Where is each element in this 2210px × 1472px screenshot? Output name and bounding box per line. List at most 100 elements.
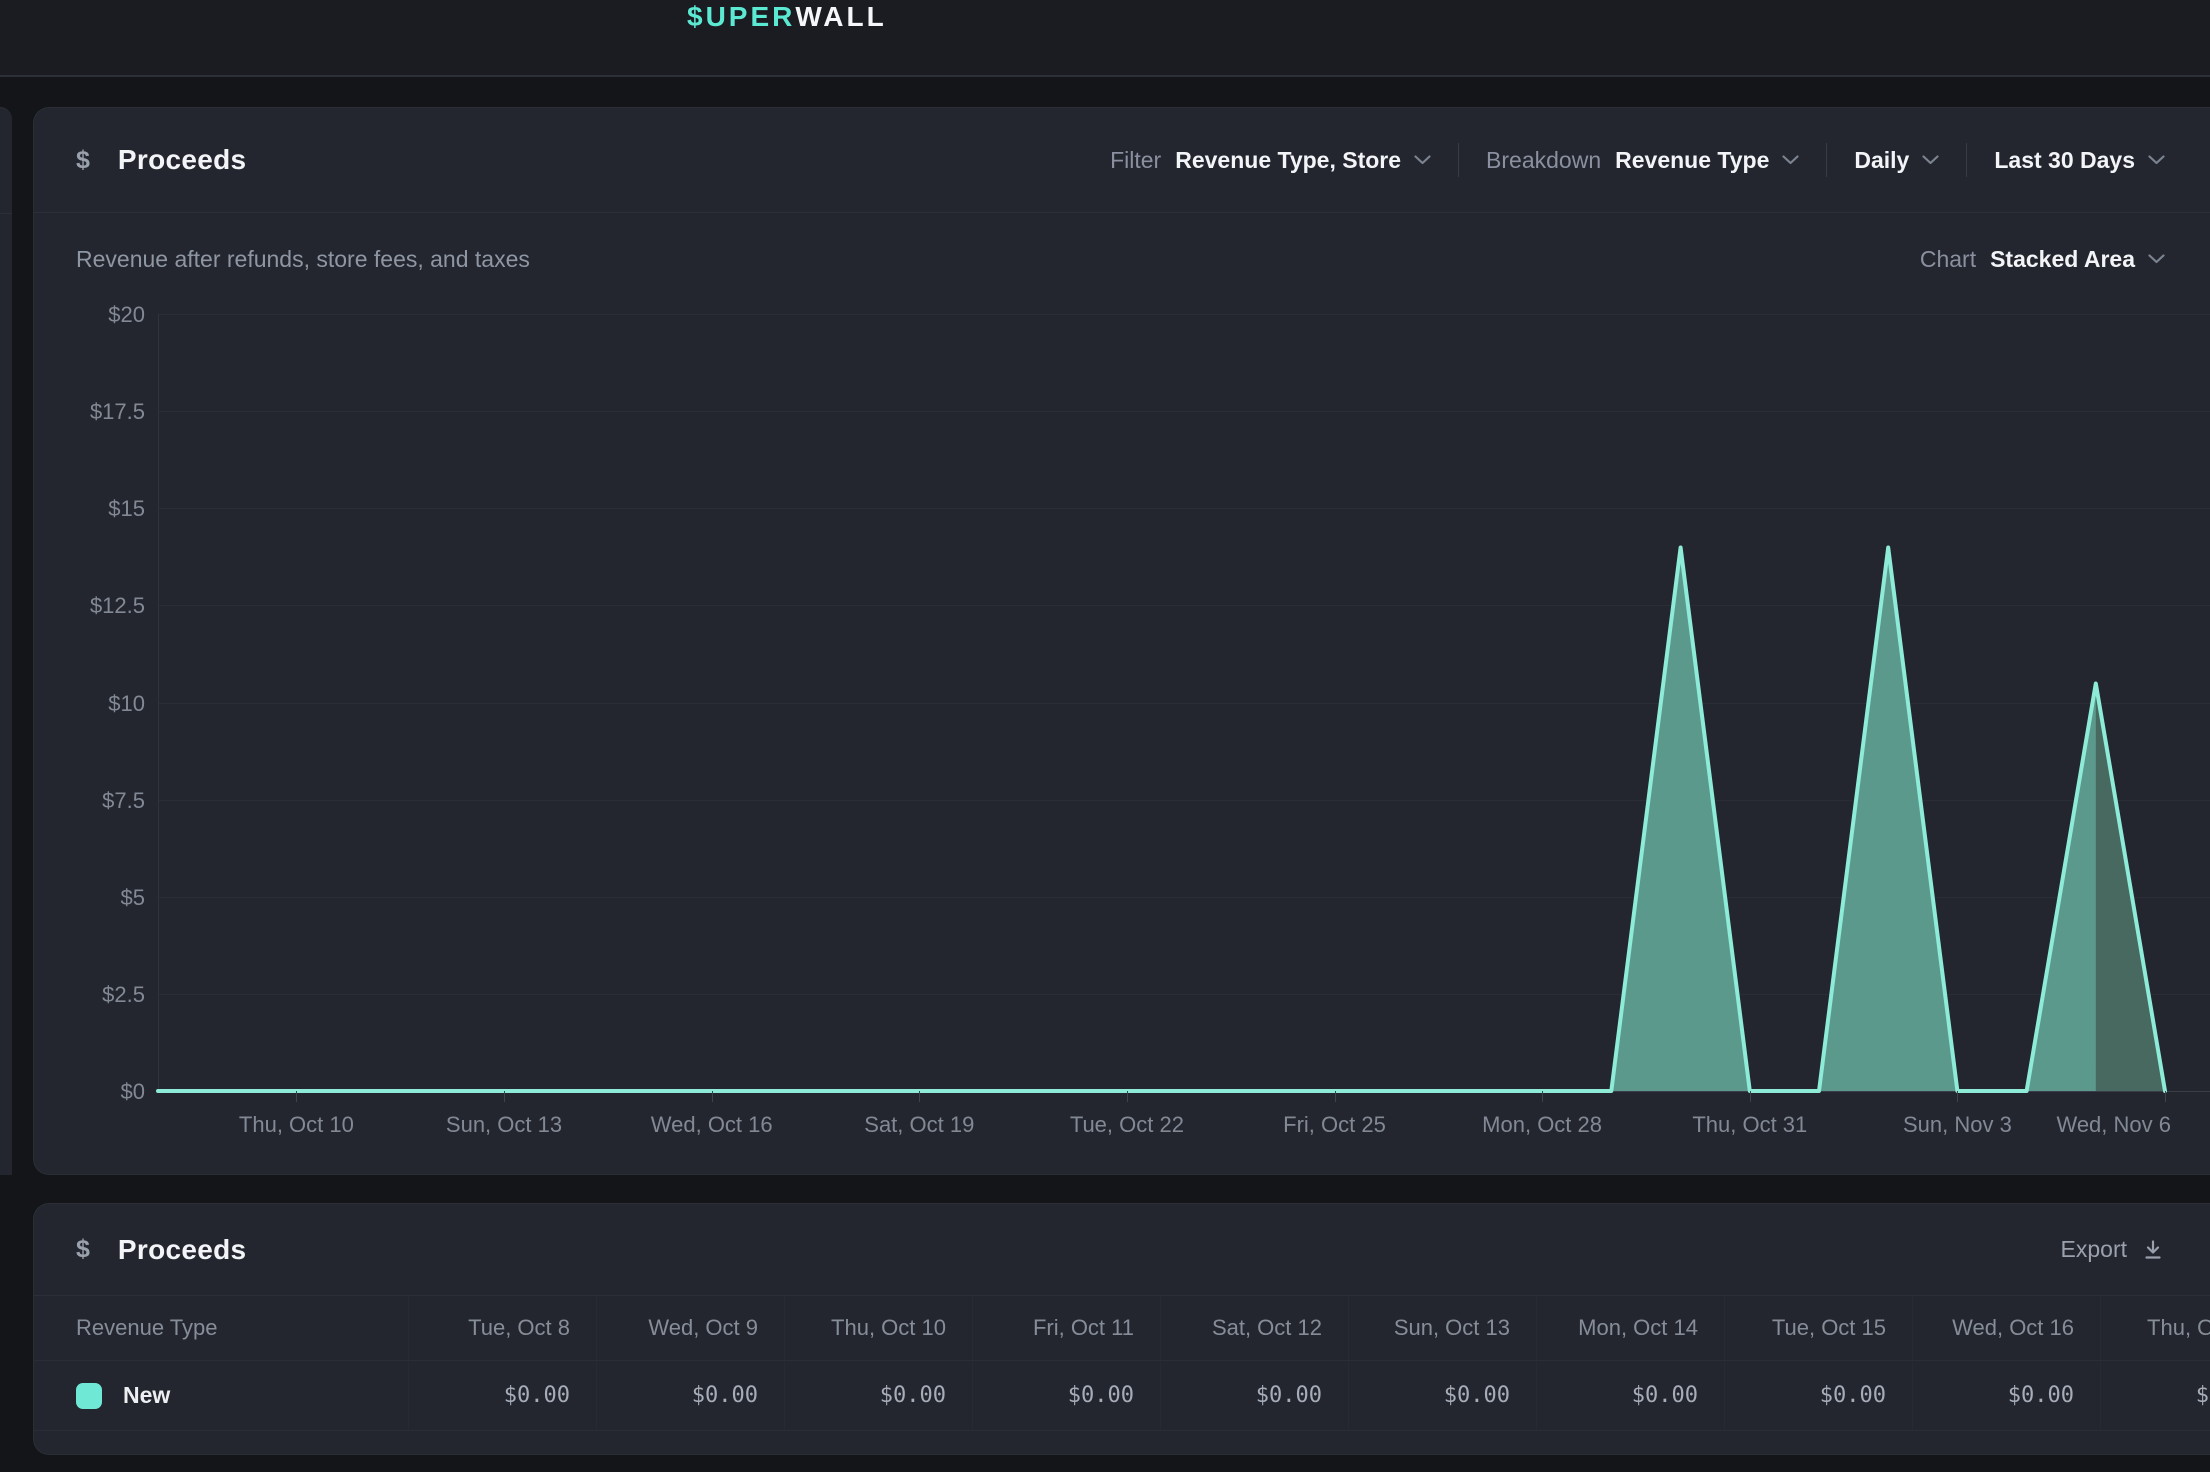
chart-type-label: Chart (1920, 246, 1976, 273)
export-button[interactable]: Export (2061, 1204, 2165, 1295)
x-axis-tick (919, 1091, 920, 1102)
y-axis-label: $10 (108, 691, 145, 717)
dollar-icon: $ (76, 1235, 90, 1264)
chevron-down-icon (1782, 155, 1799, 165)
table-column-header: Wed, Oct 16 (1912, 1296, 2100, 1360)
series-label: New (123, 1382, 170, 1409)
x-axis-tick (1750, 1091, 1751, 1102)
chart-y-axis: $20$17.5$15$12.5$10$7.5$5$2.5$0 (34, 314, 158, 1091)
x-axis-tick (1542, 1091, 1543, 1102)
table-column-header: Wed, Oct 9 (596, 1296, 784, 1360)
divider (0, 213, 12, 214)
table-column-header: Thu, Oct 17 (2100, 1296, 2210, 1360)
table-cell-value: $0.00 (408, 1361, 596, 1430)
y-axis-label: $12.5 (90, 593, 145, 619)
topbar: $UPERWALL (0, 0, 2210, 77)
table-cell-value: $0.00 (1724, 1361, 1912, 1430)
logo-text-accent: $UPER (687, 1, 795, 33)
x-axis-label: Sat, Oct 19 (864, 1112, 974, 1138)
proceeds-table-card: $ Proceeds Export Revenue Type Tue, Oct … (33, 1203, 2210, 1455)
series-area-fill (158, 548, 2165, 1092)
x-axis-tick (296, 1091, 297, 1102)
x-axis-label: Wed, Oct 16 (651, 1112, 773, 1138)
table-column-header: Tue, Oct 8 (408, 1296, 596, 1360)
chart-sub-row: Revenue after refunds, store fees, and t… (34, 213, 2210, 305)
x-axis-label: Thu, Oct 31 (1692, 1112, 1807, 1138)
interval-dropdown[interactable]: Daily (1854, 147, 1939, 174)
chart-plot-area[interactable]: Thu, Oct 10Sun, Oct 13Wed, Oct 16Sat, Oc… (158, 314, 2210, 1091)
table-column-header: Tue, Oct 15 (1724, 1296, 1912, 1360)
page: { "topbar": { "logo_primary": "$UPER", "… (0, 0, 2210, 1472)
table-header-row: Revenue Type Tue, Oct 8Wed, Oct 9Thu, Oc… (34, 1296, 2210, 1361)
table-cell-series: New (34, 1361, 408, 1430)
y-axis-label: $0 (121, 1079, 145, 1105)
table-column-header: Fri, Oct 11 (972, 1296, 1160, 1360)
chevron-down-icon (1414, 155, 1431, 165)
chevron-down-icon (2148, 254, 2165, 264)
y-axis-label: $20 (108, 302, 145, 328)
table-cell-value: $0.00 (784, 1361, 972, 1430)
proceeds-card-header: $ Proceeds Filter Revenue Type, Store Br… (34, 108, 2210, 213)
date-range-dropdown[interactable]: Last 30 Days (1994, 147, 2165, 174)
x-axis-label: Thu, Oct 10 (239, 1112, 354, 1138)
date-range-value: Last 30 Days (1994, 147, 2135, 174)
chevron-down-icon (1922, 155, 1939, 165)
y-axis-label: $17.5 (90, 399, 145, 425)
table-cell-value: $0.00 (1348, 1361, 1536, 1430)
table-column-header: Sun, Oct 13 (1348, 1296, 1536, 1360)
table-column-header-revenue-type: Revenue Type (34, 1296, 408, 1360)
breakdown-dropdown[interactable]: Breakdown Revenue Type (1486, 147, 1799, 174)
table-cell-value: $0.00 (1536, 1361, 1724, 1430)
table-column-header: Thu, Oct 10 (784, 1296, 972, 1360)
table-card-header: $ Proceeds Export (34, 1204, 2210, 1296)
filter-dropdown[interactable]: Filter Revenue Type, Store (1110, 147, 1431, 174)
y-axis-label: $5 (121, 885, 145, 911)
x-axis-tick (1335, 1091, 1336, 1102)
interval-value: Daily (1854, 147, 1909, 174)
table-cell-value: $0.00 (972, 1361, 1160, 1430)
series-swatch (76, 1383, 102, 1409)
breakdown-value: Revenue Type (1615, 147, 1769, 174)
y-axis-label: $15 (108, 496, 145, 522)
x-axis-tick (712, 1091, 713, 1102)
export-label: Export (2061, 1236, 2127, 1263)
logo-text: WALL (795, 1, 886, 33)
divider (1826, 143, 1827, 177)
proceeds-chart-card: $ Proceeds Filter Revenue Type, Store Br… (33, 107, 2210, 1175)
superwall-logo[interactable]: $UPERWALL (687, 0, 887, 34)
divider (1458, 143, 1459, 177)
table-cell-value: $0.00 (2100, 1361, 2210, 1430)
x-axis-label: Sun, Nov 3 (1903, 1112, 2012, 1138)
area-chart-svg (158, 314, 2210, 1091)
adjacent-card-edge (0, 107, 12, 1175)
chart-type-dropdown[interactable]: Chart Stacked Area (1920, 246, 2165, 273)
chart-subtitle: Revenue after refunds, store fees, and t… (76, 246, 530, 273)
chart-type-value: Stacked Area (1990, 246, 2135, 273)
y-axis-label: $2.5 (102, 982, 145, 1008)
table-cell-value: $0.00 (1160, 1361, 1348, 1430)
download-icon (2141, 1238, 2165, 1262)
x-axis-label: Tue, Oct 22 (1070, 1112, 1184, 1138)
card-title: Proceeds (118, 1234, 246, 1266)
table-row: New $0.00$0.00$0.00$0.00$0.00$0.00$0.00$… (34, 1361, 2210, 1431)
y-axis-label: $7.5 (102, 788, 145, 814)
breakdown-label: Breakdown (1486, 147, 1601, 174)
table-cell-value: $0.00 (1912, 1361, 2100, 1430)
x-axis-label: Mon, Oct 28 (1482, 1112, 1602, 1138)
dollar-icon: $ (76, 146, 90, 175)
table-column-header: Sat, Oct 12 (1160, 1296, 1348, 1360)
x-axis-label: Fri, Oct 25 (1283, 1112, 1386, 1138)
table-cell-value: $0.00 (596, 1361, 784, 1430)
x-axis-tick (2165, 1091, 2166, 1102)
filter-value: Revenue Type, Store (1175, 147, 1401, 174)
x-axis-tick (1957, 1091, 1958, 1102)
filter-label: Filter (1110, 147, 1161, 174)
card-title: Proceeds (118, 144, 246, 176)
chart-controls: Filter Revenue Type, Store Breakdown Rev… (1110, 108, 2165, 212)
x-axis-label: Wed, Nov 6 (2056, 1112, 2171, 1138)
table-column-header: Mon, Oct 14 (1536, 1296, 1724, 1360)
x-axis-tick (504, 1091, 505, 1102)
chevron-down-icon (2148, 155, 2165, 165)
x-axis-label: Sun, Oct 13 (446, 1112, 562, 1138)
x-axis-tick (1127, 1091, 1128, 1102)
